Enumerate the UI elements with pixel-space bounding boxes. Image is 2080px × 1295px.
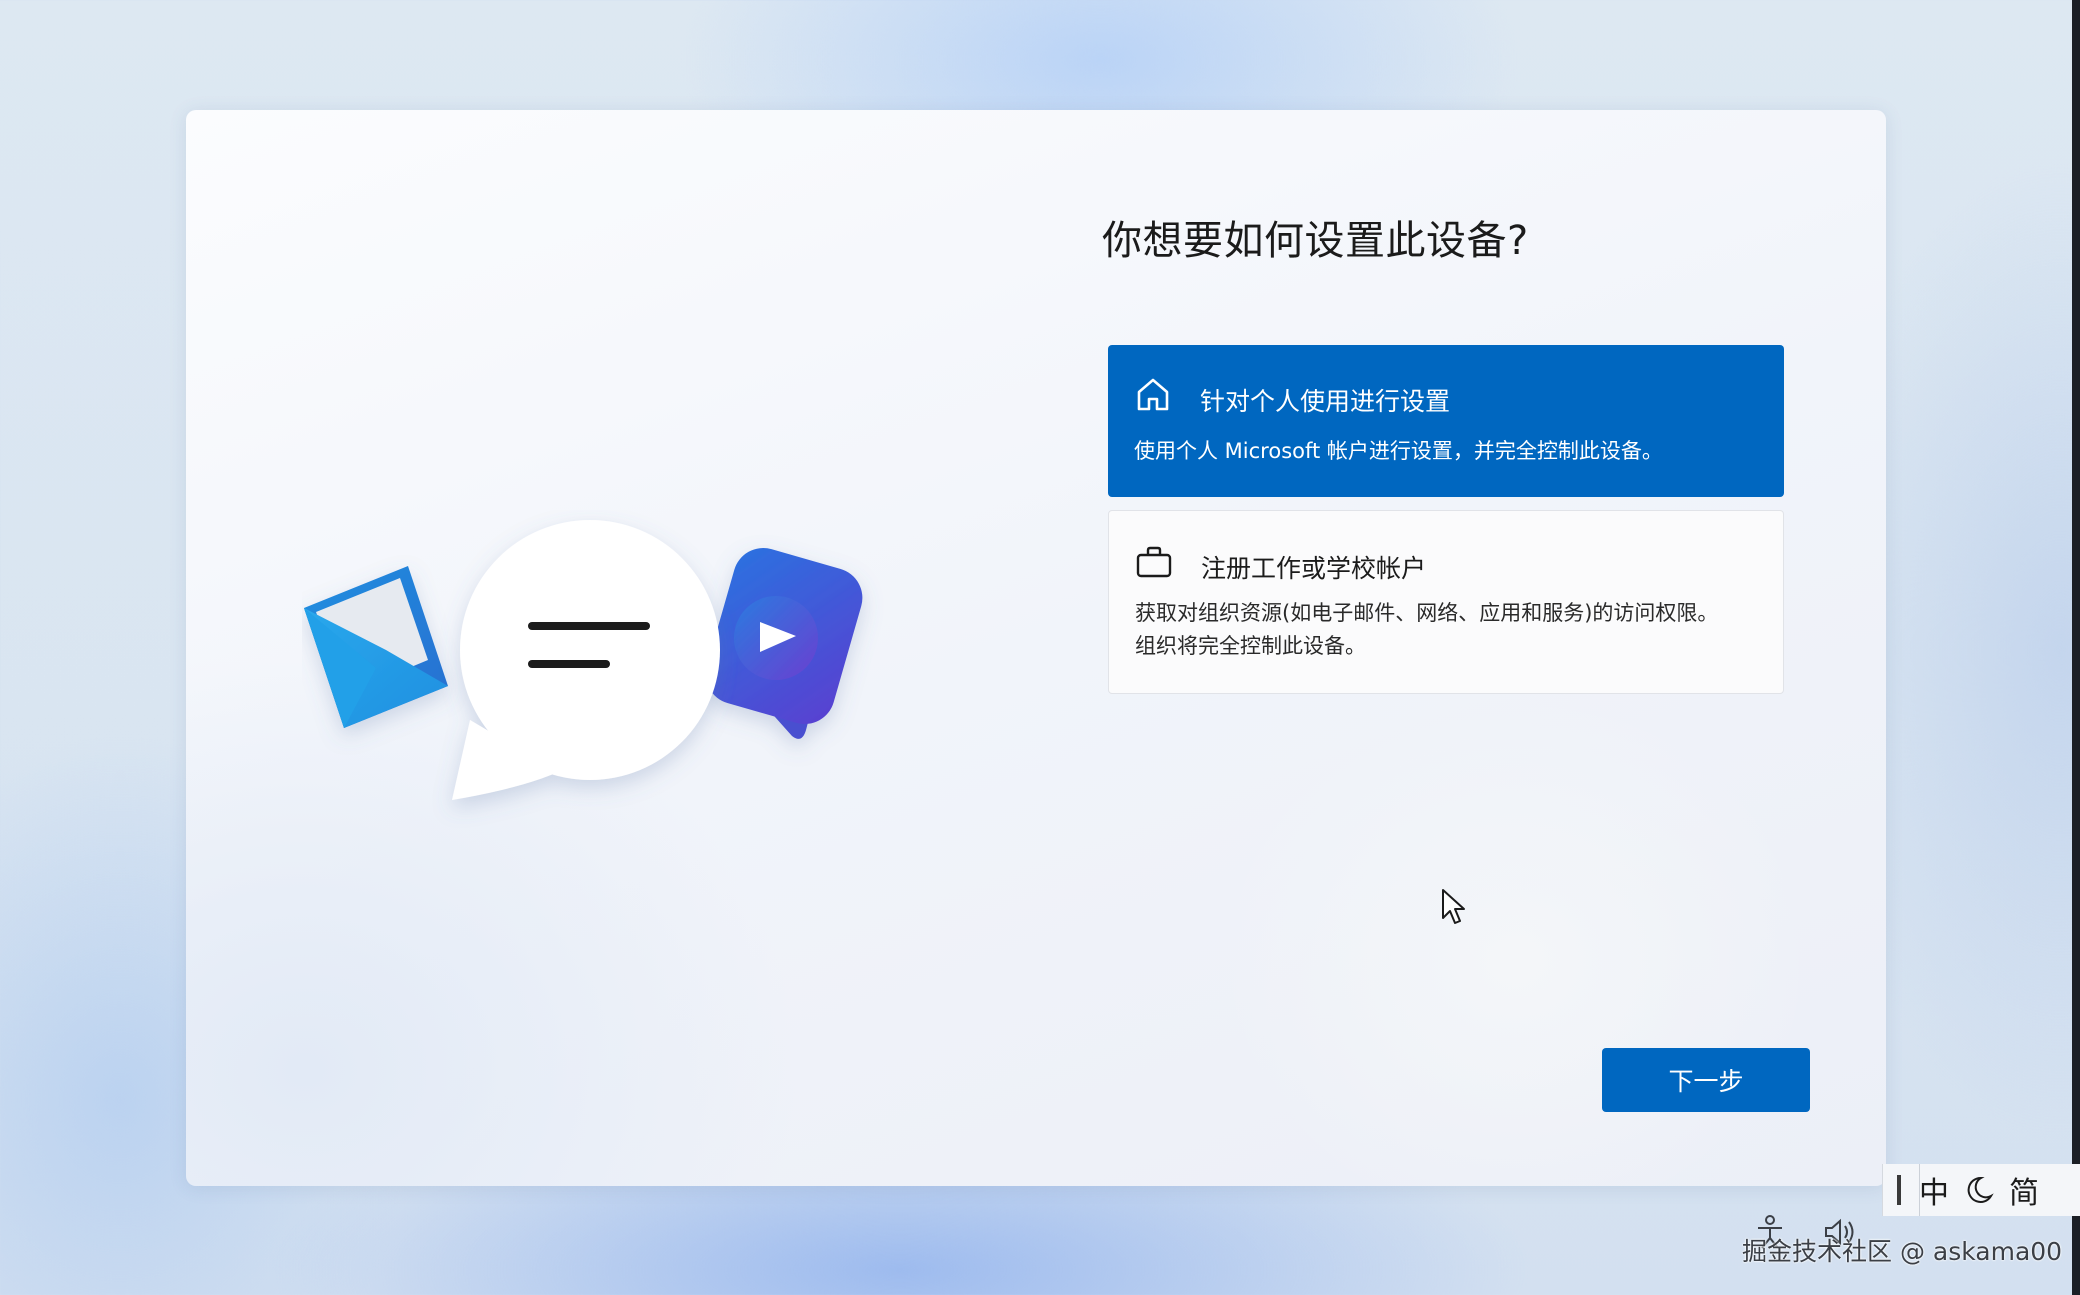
option-description: 使用个人 Microsoft 帐户进行设置，并完全控制此设备。 bbox=[1134, 439, 1663, 463]
video-camera-icon bbox=[705, 548, 863, 739]
divider bbox=[1919, 1164, 1920, 1216]
ime-script-toggle[interactable]: 简 bbox=[2009, 1168, 2039, 1212]
watermark-text: 掘金技术社区 @ askama00 bbox=[1742, 1237, 2063, 1266]
briefcase-icon bbox=[1136, 546, 1172, 578]
option-title: 针对个人使用进行设置 bbox=[1200, 387, 1451, 416]
ime-caret bbox=[1897, 1175, 1901, 1205]
setup-illustration bbox=[302, 510, 922, 830]
option-title: 注册工作或学校帐户 bbox=[1201, 554, 1427, 583]
screen-edge bbox=[2072, 0, 2080, 1295]
communication-illustration bbox=[304, 520, 863, 800]
home-icon bbox=[1137, 378, 1169, 411]
option-personal-use[interactable]: 针对个人使用进行设置 使用个人 Microsoft 帐户进行设置，并完全控制此设… bbox=[1108, 345, 1784, 497]
mouse-cursor-icon bbox=[1442, 889, 1465, 924]
next-button[interactable]: 下一步 bbox=[1602, 1048, 1810, 1112]
page-title: 你想要如何设置此设备? bbox=[1102, 218, 1529, 264]
chat-bubble-icon bbox=[452, 520, 720, 800]
oobe-setup-window: 你想要如何设置此设备? 针对个人使用进行设置 使用个人 Microsoft 帐户… bbox=[186, 110, 1886, 1186]
half-width-moon-icon[interactable] bbox=[1963, 1174, 1995, 1206]
ime-mode-toggle[interactable]: 中 bbox=[1919, 1168, 1949, 1212]
ime-toolbar: 中 简 bbox=[1882, 1164, 2080, 1216]
option-work-school-account[interactable]: 注册工作或学校帐户 获取对组织资源(如电子邮件、网络、应用和服务)的访问权限。组… bbox=[1108, 510, 1784, 694]
mail-icon bbox=[304, 566, 448, 728]
option-description: 获取对组织资源(如电子邮件、网络、应用和服务)的访问权限。组织将完全控制此设备。 bbox=[1135, 601, 1719, 658]
